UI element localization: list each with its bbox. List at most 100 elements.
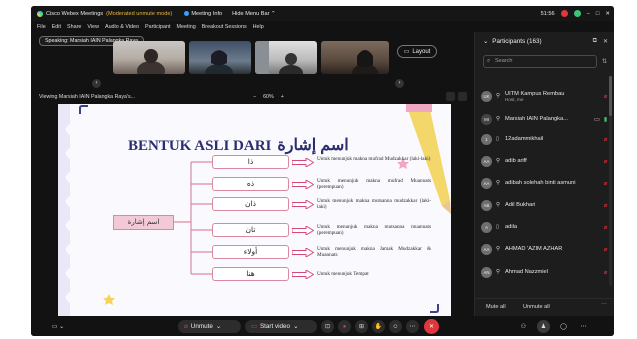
record-button[interactable]: ●	[338, 320, 351, 333]
arrow-right-icon	[292, 226, 314, 235]
participant-row[interactable]: MI ⚲ Marsiah IAIN Palangka... ▭ ▮	[481, 109, 609, 129]
layout-button[interactable]: ▭ Layout	[397, 45, 437, 58]
search-icon: ⌕	[487, 58, 491, 64]
menu-file[interactable]: File	[37, 24, 46, 30]
participant-row[interactable]: AN ⚲ Ahmad Nazzmiel ⌀	[481, 262, 609, 282]
video-thumbnail[interactable]	[113, 41, 185, 74]
participants-header[interactable]: ⌄ Participants (163)	[483, 38, 542, 45]
audio-connected-icon: ⚲	[496, 93, 501, 99]
audio-connected-icon: ⚲	[496, 180, 501, 186]
share-button[interactable]: ⊡	[321, 320, 334, 333]
hide-menu-bar-button[interactable]: Hide Menu Bar ⌃	[232, 11, 276, 17]
unmute-all-button[interactable]: Unmute all	[523, 304, 550, 310]
annotate-icon[interactable]	[446, 92, 455, 101]
avatar: AA	[481, 177, 492, 189]
person-video	[255, 41, 303, 74]
video-thumbnail[interactable]	[255, 41, 317, 74]
participant-search-input[interactable]: ⌕ Search	[483, 55, 597, 68]
popout-icon[interactable]: ⧉	[593, 38, 597, 45]
more-panels-button[interactable]: ⋯	[577, 320, 590, 333]
captions-button[interactable]: ▭ ⌄	[47, 320, 69, 333]
next-thumbnails-button[interactable]: ›	[395, 79, 404, 88]
search-placeholder: Search	[495, 58, 513, 64]
participant-row[interactable]: AA ⚲ adibah solehah binti asmuni ⌀	[481, 173, 609, 193]
muted-mic-icon[interactable]: ⌀	[602, 93, 609, 100]
people-button[interactable]: ♟	[537, 320, 550, 333]
zoom-in-button[interactable]: +	[281, 94, 284, 100]
menu-help[interactable]: Help	[253, 24, 264, 30]
raise-hand-button[interactable]: ✋	[372, 320, 385, 333]
title-bar: Cisco Webex Meetings (Moderated unmute m…	[31, 6, 614, 21]
participant-row[interactable]: A ▯ adila ⌀	[481, 217, 609, 237]
start-video-button[interactable]: ▭ Start video ⌄	[245, 320, 317, 333]
video-thumbnail[interactable]	[321, 41, 389, 74]
menu-breakout-sessions[interactable]: Breakout Sessions	[202, 24, 247, 30]
participants-scrollbar[interactable]	[609, 76, 612, 286]
more-options-icon[interactable]: ⋯	[601, 302, 607, 308]
close-icon: ✕	[428, 324, 435, 330]
participant-row[interactable]: AB ⚲ Adil Bukhari ⌀	[481, 195, 609, 215]
demonstrative-box: ذان	[212, 197, 289, 211]
audio-connected-icon: ⚲	[496, 269, 501, 275]
muted-mic-icon[interactable]: ⌀	[602, 202, 609, 209]
panel-header-actions: ⧉ ✕	[593, 38, 608, 45]
chat-button[interactable]: ◯	[557, 320, 570, 333]
menu-meeting[interactable]: Meeting	[177, 24, 196, 30]
muted-mic-icon[interactable]: ⌀	[602, 136, 609, 143]
person-video	[137, 49, 165, 74]
scroll-thumb[interactable]	[609, 76, 612, 116]
leave-meeting-button[interactable]: ✕	[424, 319, 439, 334]
captions-icon: ▭ ⌄	[51, 324, 65, 330]
participants-toggle[interactable]: ⚇	[517, 320, 530, 333]
zoom-out-button[interactable]: −	[253, 94, 256, 100]
previous-thumbnails-button[interactable]: ‹	[92, 79, 101, 88]
menu-participant[interactable]: Participant	[145, 24, 170, 30]
avatar: AA	[481, 155, 492, 167]
webex-window: Cisco Webex Meetings (Moderated unmute m…	[31, 6, 614, 336]
participant-name: adib ariff	[505, 158, 527, 164]
menu-edit[interactable]: Edit	[52, 24, 61, 30]
muted-mic-icon[interactable]: ⌀	[602, 269, 609, 276]
more-button[interactable]: ⋯	[406, 320, 419, 333]
avatar: 1	[481, 133, 492, 145]
start-video-label: Start video	[259, 323, 291, 330]
participant-role: Host, me	[505, 96, 524, 102]
zoom-controls: − 60% +	[253, 94, 284, 100]
smiley-icon: ☺	[392, 323, 399, 330]
participant-row[interactable]: AA ⚲ AHMAD 'AZIM AZHAR ⌀	[481, 239, 609, 259]
participant-row[interactable]: 1 ▯ 12adammikhail ⌀	[481, 129, 609, 149]
muted-mic-icon[interactable]: ⌀	[602, 224, 609, 231]
phone-icon: ▯	[496, 136, 500, 142]
speaking-mic-icon[interactable]: ▮	[602, 116, 609, 123]
muted-mic-icon[interactable]: ⌀	[602, 180, 609, 187]
participant-name: UITM Kampus Rembau	[505, 90, 565, 97]
connection-icon[interactable]	[573, 10, 581, 17]
unmute-button[interactable]: ⌀ Unmute ⌄	[178, 320, 241, 333]
recording-icon[interactable]	[560, 10, 568, 17]
mute-all-button[interactable]: Mute all	[486, 304, 506, 310]
phone-icon: ▯	[496, 224, 500, 230]
menu-share[interactable]: Share	[67, 24, 81, 30]
menu-audio-video[interactable]: Audio & Video	[105, 24, 139, 30]
sort-icon[interactable]: ⇅	[602, 58, 607, 65]
hand-icon: ✋	[374, 324, 383, 330]
mode-label: (Moderated unmute mode)	[106, 10, 173, 17]
minimize-icon[interactable]: −	[587, 11, 590, 17]
participant-row[interactable]: UK ⚲ UITM Kampus Rembau Host, me ⌀	[481, 86, 609, 106]
muted-mic-icon[interactable]: ⌀	[602, 246, 609, 253]
close-panel-icon[interactable]: ✕	[603, 38, 608, 45]
person-icon: ♟	[540, 324, 547, 330]
muted-mic-icon[interactable]: ⌀	[602, 158, 609, 165]
participant-row[interactable]: AA ⚲ adib ariff ⌀	[481, 151, 609, 171]
maximize-icon[interactable]: □	[596, 11, 599, 17]
close-icon[interactable]: ✕	[605, 11, 610, 17]
demonstrative-description: Untuk menunjuk makna mufrad Muannats (pe…	[317, 178, 431, 190]
apps-button[interactable]: ⊞	[355, 320, 368, 333]
reactions-button[interactable]: ☺	[389, 320, 402, 333]
fullscreen-icon[interactable]	[458, 92, 467, 101]
meeting-info-button[interactable]: Meeting Info	[184, 11, 222, 17]
star-icon	[103, 294, 115, 305]
video-thumbnail[interactable]	[189, 41, 251, 74]
person-video	[205, 50, 233, 74]
menu-view[interactable]: View	[87, 24, 99, 30]
